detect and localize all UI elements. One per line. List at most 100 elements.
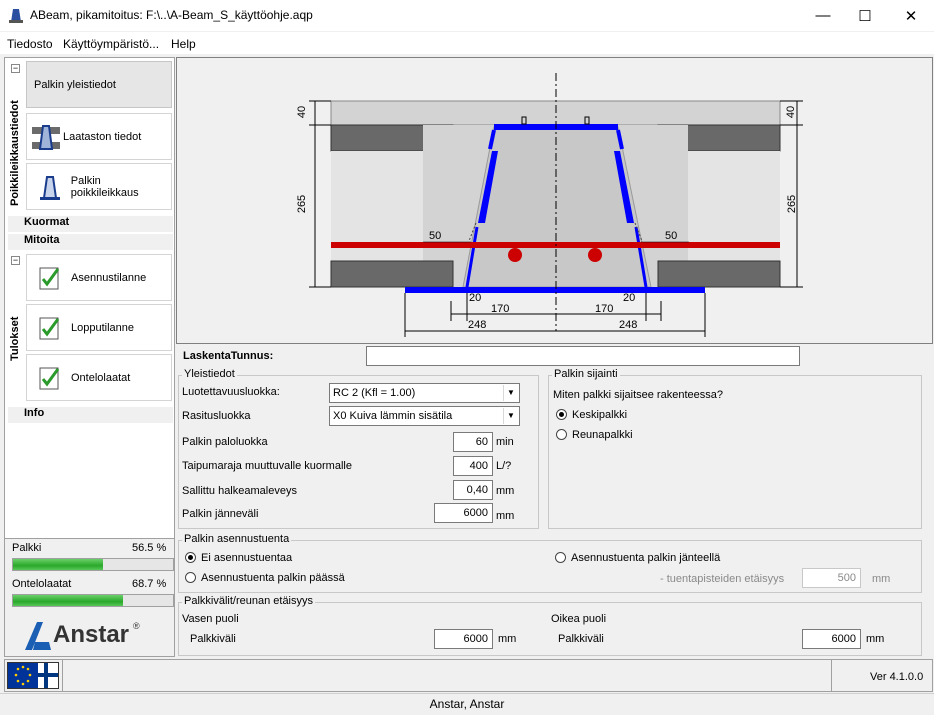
footer-text: Anstar, Anstar	[429, 697, 505, 711]
nav-label: Asennustilanne	[71, 271, 147, 284]
sijainti-title: Palkin sijainti	[552, 368, 620, 380]
rasitus-label: Rasitusluokka	[182, 410, 251, 422]
halkeama-unit: mm	[496, 485, 515, 497]
progress-fill	[13, 559, 104, 570]
luotettavuus-label: Luotettavuusluokka:	[182, 386, 280, 398]
dim-right-20: 20	[623, 292, 636, 304]
menu-bar: Tiedosto Käyttöympäristö... Help	[0, 32, 934, 54]
sijainti-question: Miten palkki sijaitsee rakenteessa?	[553, 389, 723, 401]
vasen-palkkivali-input[interactable]: 6000	[434, 629, 493, 649]
menu-help[interactable]: Help	[171, 37, 196, 51]
maximize-button[interactable]: ☐	[842, 0, 888, 31]
chevron-down-icon[interactable]: ▼	[503, 385, 518, 401]
sidebar: − Poikkileikkaustiedot Palkin yleistiedo…	[4, 57, 175, 657]
halkeama-label: Sallittu halkeamaleveys	[182, 485, 297, 497]
sidebar-tab-tulokset[interactable]: Tulokset	[9, 317, 21, 361]
laskenta-label: LaskentaTunnus:	[183, 350, 274, 362]
vasen-palkkivali-label: Palkkiväli	[190, 633, 236, 645]
version-text: Ver 4.1.0.0	[870, 671, 924, 683]
nav-asennustilanne[interactable]: Asennustilanne	[26, 254, 172, 301]
minimize-button[interactable]: —	[800, 0, 846, 31]
logo-registered-mark: ®	[133, 621, 140, 631]
luotettavuus-select[interactable]: RC 2 (Kfl = 1.00) ▼	[329, 383, 520, 403]
status-bar: Ver 4.1.0.0	[4, 659, 933, 692]
sidebar-tab-poikkileikkaustiedot[interactable]: Poikkileikkaustiedot	[9, 100, 21, 206]
tuenta-unit: mm	[872, 573, 891, 585]
dim-right-50: 50	[665, 230, 678, 242]
taipuma-unit: L/?	[496, 460, 512, 472]
rasitus-select[interactable]: X0 Kuiva lämmin sisätila ▼	[329, 406, 520, 426]
check-document-icon	[35, 313, 65, 343]
app-icon	[9, 7, 23, 23]
palo-unit: min	[496, 436, 514, 448]
nav-lopputilanne[interactable]: Lopputilanne	[26, 304, 172, 351]
janneva-input[interactable]: 6000	[434, 503, 493, 523]
progress-bar-palkki	[12, 558, 174, 571]
dim-left-248: 248	[468, 319, 487, 331]
menu-tiedosto[interactable]: Tiedosto	[7, 37, 53, 51]
radio-asennustuenta-janteella[interactable]	[555, 552, 566, 563]
tuenta-label: - tuentapisteiden etäisyys	[660, 573, 785, 585]
window-title: ABeam, pikamitoitus: F:\..\A-Beam_S_käyt…	[30, 8, 313, 22]
collapse-toggle-tulokset[interactable]: −	[11, 256, 20, 265]
palo-input[interactable]: 60	[453, 432, 493, 452]
radio-keskipalkki-label[interactable]: Keskipalkki	[572, 409, 627, 421]
taipuma-label: Taipumaraja muuttuvalle kuormalle	[182, 460, 352, 472]
vasen-puoli-title: Vasen puoli	[182, 613, 239, 625]
dim-left-170: 170	[491, 303, 510, 315]
chevron-down-icon[interactable]: ▼	[503, 408, 518, 424]
progress-value-palkki: 56.5 %	[132, 542, 167, 554]
laskenta-input[interactable]	[366, 346, 800, 366]
oikea-palkkivali-label: Palkkiväli	[558, 633, 604, 645]
radio-reunapalkki-label[interactable]: Reunapalkki	[572, 429, 633, 441]
status-divider-1	[62, 660, 63, 691]
tuenta-input[interactable]: 500	[802, 568, 861, 588]
oikea-puoli-title: Oikea puoli	[551, 613, 607, 625]
palkkivalit-title: Palkkivälit/reunan etäisyys	[182, 595, 316, 607]
footer-bar: Anstar, Anstar	[0, 693, 934, 715]
menu-kayttoymparisto[interactable]: Käyttöympäristö...	[63, 37, 159, 51]
oikea-palkkivali-unit: mm	[866, 633, 885, 645]
radio-ei-asennustuentaa-label[interactable]: Ei asennustuentaa	[201, 552, 292, 564]
dim-right-248: 248	[619, 319, 638, 331]
dim-height-left: 265	[296, 194, 309, 214]
anstar-logo: Anstar ®	[23, 618, 163, 652]
nav-label: Ontelolaatat	[71, 371, 131, 384]
vasen-palkkivali-unit: mm	[498, 633, 517, 645]
asennustuenta-title: Palkin asennustuenta	[182, 533, 292, 545]
dim-left-20: 20	[469, 292, 482, 304]
progress-bar-ontelolaatat	[12, 594, 174, 607]
radio-asennustuenta-paassa-label[interactable]: Asennustuenta palkin päässä	[201, 572, 345, 584]
oikea-palkkivali-input[interactable]: 6000	[802, 629, 861, 649]
halkeama-input[interactable]: 0,40	[453, 480, 493, 500]
collapse-toggle-poikkileikkaus[interactable]: −	[11, 64, 20, 73]
palo-label: Palkin paloluokka	[182, 436, 268, 448]
eu-fi-flag-icon	[7, 662, 59, 689]
section-kuormat[interactable]: Kuormat	[8, 216, 173, 232]
progress-fill	[13, 595, 123, 606]
janneva-label: Palkin jänneväli	[182, 508, 259, 520]
logo-text: Anstar	[53, 621, 130, 648]
radio-asennustuenta-paassa[interactable]	[185, 572, 196, 583]
beam-section-icon	[35, 172, 65, 202]
section-info[interactable]: Info	[8, 407, 173, 423]
nav-palkin-poikkileikkaus[interactable]: Palkin poikkileikkaus	[26, 163, 172, 210]
nav-label: Palkin yleistiedot	[34, 78, 116, 91]
close-button[interactable]: ✕	[888, 0, 934, 31]
nav-laataston-tiedot[interactable]: Laataston tiedot	[26, 113, 172, 160]
radio-ei-asennustuentaa[interactable]	[185, 552, 196, 563]
nav-ontelolaatat[interactable]: Ontelolaatat	[26, 354, 172, 401]
progress-label-palkki: Palkki	[12, 542, 42, 554]
radio-keskipalkki[interactable]	[556, 409, 567, 420]
rasitus-value: X0 Kuiva lämmin sisätila	[333, 410, 453, 422]
check-document-icon	[35, 363, 65, 393]
radio-asennustuenta-janteella-label[interactable]: Asennustuenta palkin jänteellä	[571, 552, 720, 564]
taipuma-input[interactable]: 400	[453, 456, 493, 476]
yleistiedot-title: Yleistiedot	[182, 368, 237, 380]
check-document-icon	[35, 263, 65, 293]
section-mitoita[interactable]: Mitoita	[8, 234, 173, 250]
radio-reunapalkki[interactable]	[556, 429, 567, 440]
nav-palkin-yleistiedot[interactable]: Palkin yleistiedot	[26, 61, 172, 108]
janneva-unit: mm	[496, 510, 515, 522]
dim-top-left: 40	[296, 105, 309, 119]
